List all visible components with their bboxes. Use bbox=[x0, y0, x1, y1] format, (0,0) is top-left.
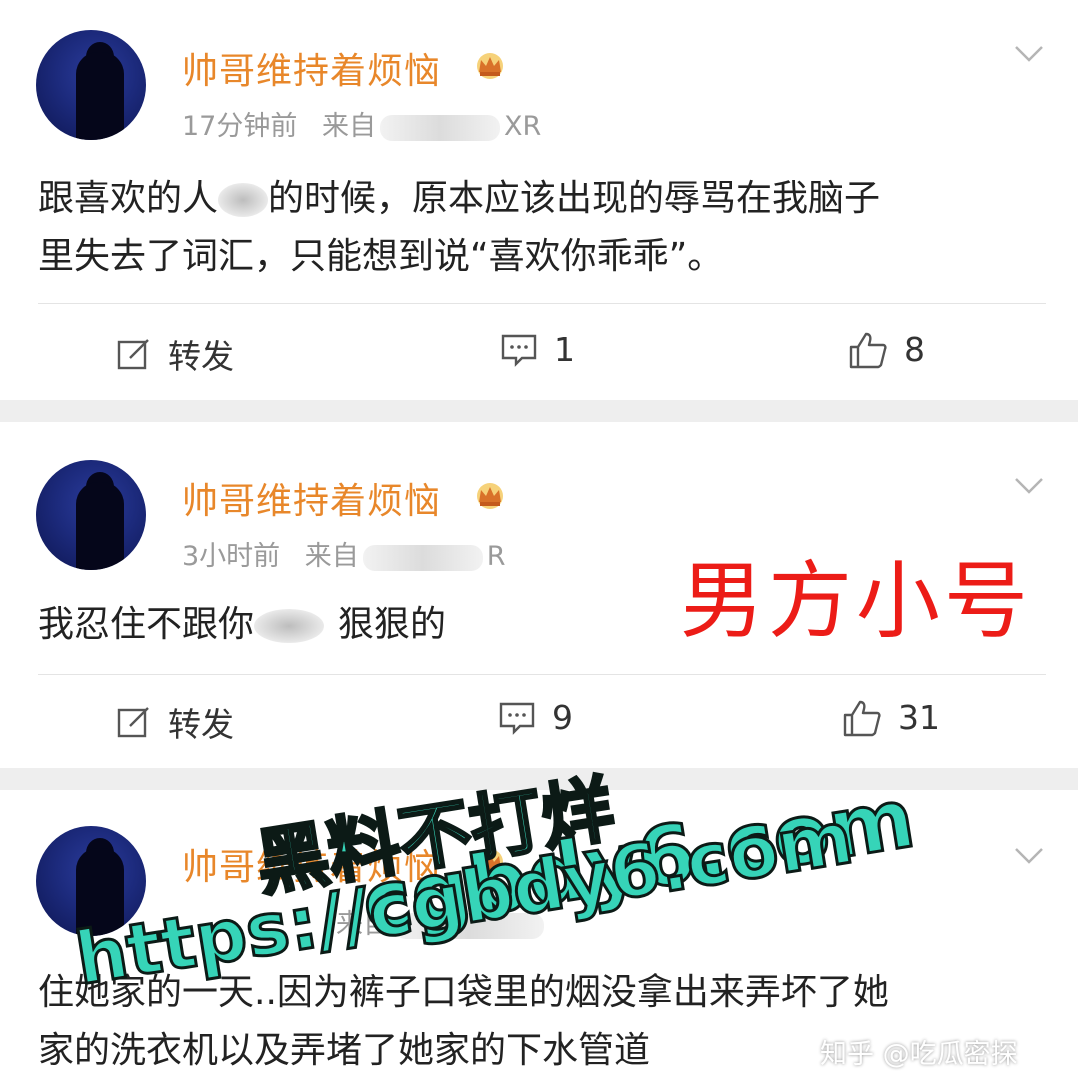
post-meta: 17分钟前 来自 XR bbox=[182, 104, 541, 143]
like-button[interactable]: 8 bbox=[848, 330, 925, 369]
repost-button[interactable]: 转发 bbox=[116, 698, 234, 746]
divider bbox=[38, 674, 1046, 675]
zhihu-credit: 知乎 @吃瓜密探 bbox=[820, 1039, 1018, 1070]
comment-button[interactable]: 1 bbox=[500, 330, 575, 369]
username[interactable]: 帅哥维持着烦恼 bbox=[182, 42, 441, 94]
chevron-down-icon[interactable] bbox=[1014, 476, 1044, 496]
post-separator bbox=[0, 400, 1078, 422]
like-count: 8 bbox=[904, 330, 925, 369]
post-card: 帅哥维持着烦恼 17分钟前 来自 XR 跟喜欢的人 的时候，原本应该出现的辱骂在我脑… bbox=[0, 0, 1078, 400]
avatar[interactable] bbox=[36, 30, 146, 140]
crown-icon bbox=[477, 483, 503, 509]
repost-label: 转发 bbox=[168, 705, 234, 744]
edit-icon bbox=[117, 339, 149, 370]
like-button[interactable]: 31 bbox=[842, 698, 940, 737]
repost-label: 转发 bbox=[168, 337, 234, 376]
source-label: 来自 bbox=[321, 111, 376, 142]
annotation-label: 男方小号 bbox=[680, 552, 1033, 650]
repost-button[interactable]: 转发 bbox=[116, 330, 234, 378]
source-tail: R bbox=[486, 541, 506, 572]
comment-button[interactable]: 9 bbox=[498, 698, 573, 737]
username[interactable]: 帅哥维持着烦恼 bbox=[182, 472, 441, 524]
divider bbox=[38, 303, 1046, 304]
comment-count: 1 bbox=[554, 330, 575, 369]
comment-icon bbox=[499, 702, 535, 735]
crown-icon bbox=[477, 53, 503, 79]
chevron-down-icon[interactable] bbox=[1014, 846, 1044, 866]
source-tail: XR bbox=[503, 111, 542, 142]
blurred-text bbox=[254, 609, 325, 643]
source-label: 来自 bbox=[304, 541, 359, 572]
chevron-down-icon[interactable] bbox=[1014, 44, 1044, 64]
comment-icon bbox=[501, 334, 537, 367]
post-time: 3小时前 bbox=[182, 541, 281, 572]
comment-count: 9 bbox=[552, 698, 573, 737]
post-time: 17分钟前 bbox=[182, 111, 298, 142]
like-count: 31 bbox=[898, 698, 940, 737]
avatar[interactable] bbox=[36, 460, 146, 570]
thumbs-up-icon bbox=[849, 332, 887, 368]
blurred-text bbox=[218, 183, 269, 217]
post-text: 跟喜欢的人 的时候，原本应该出现的辱骂在我脑子 里失去了词汇，只能想到说“喜欢你乖… bbox=[38, 178, 881, 277]
thumbs-up-icon bbox=[843, 700, 881, 736]
blurred-source bbox=[362, 544, 483, 571]
edit-icon bbox=[117, 707, 149, 738]
blurred-source bbox=[379, 114, 500, 141]
post-meta: 3小时前 来自 R bbox=[182, 534, 506, 573]
